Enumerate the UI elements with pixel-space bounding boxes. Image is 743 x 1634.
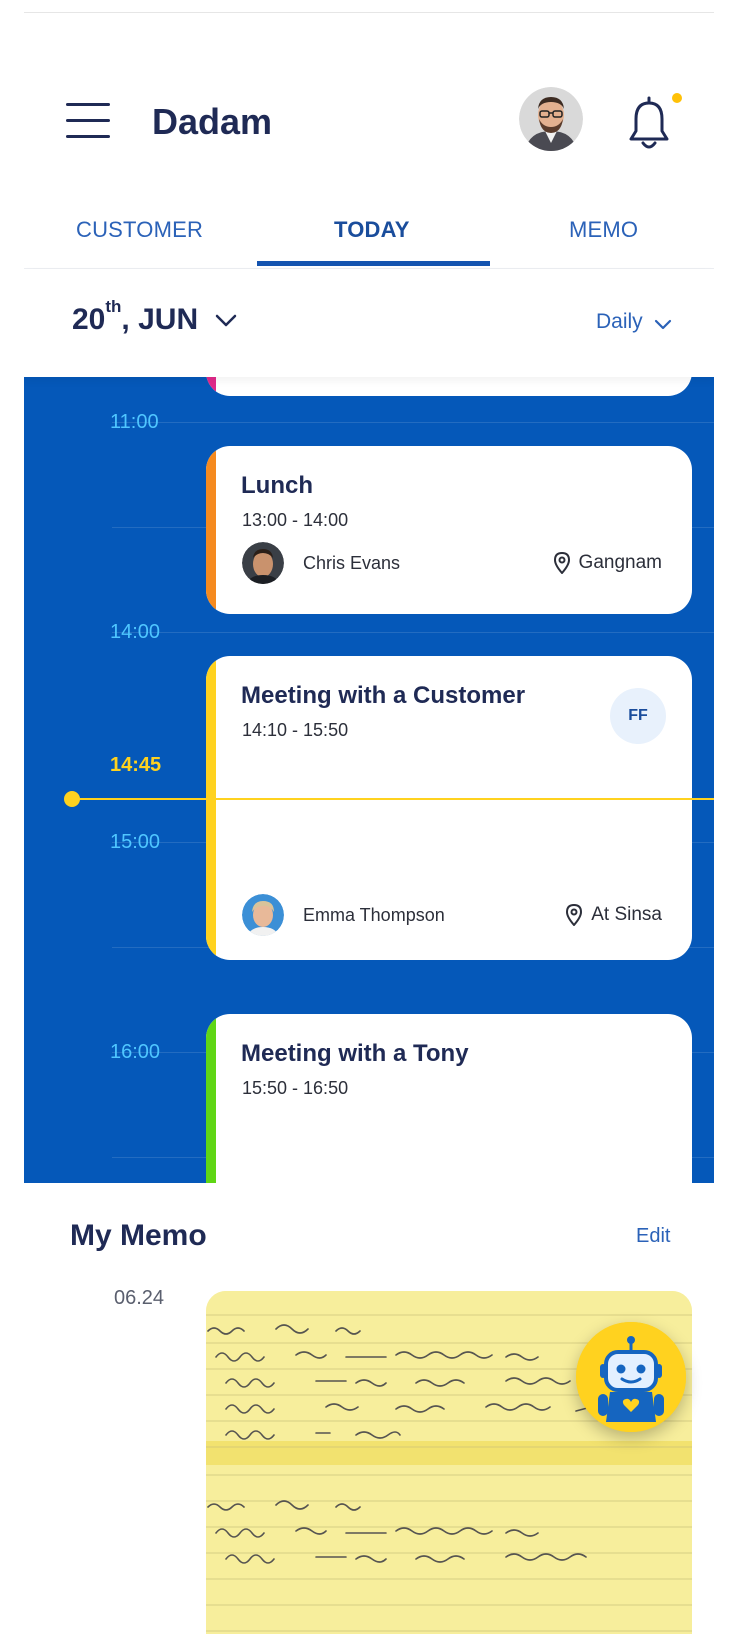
event-location: Gangnam	[553, 551, 662, 575]
avatar	[242, 542, 284, 584]
event-color-bar	[206, 656, 216, 960]
event-location: At Sinsa	[565, 903, 662, 927]
event-card-lunch[interactable]: Lunch 13:00 - 14:00 Chris Evans Gangnam	[206, 446, 692, 614]
app-title: Dadam	[152, 101, 273, 142]
time-label: 16:00	[110, 1041, 161, 1063]
location-pin-icon	[553, 551, 571, 575]
event-location-text: At Sinsa	[591, 904, 662, 925]
event-color-bar	[206, 1014, 216, 1183]
memo-title: My Memo	[70, 1219, 207, 1252]
schedule-timeline[interactable]: 11:00 14:00 14:45 15:00 16:00 Lunch 13:0…	[24, 376, 714, 1183]
app-header: Dadam	[24, 13, 714, 203]
notification-dot	[672, 93, 682, 103]
date-day: 20	[72, 303, 106, 336]
chevron-down-icon[interactable]	[654, 318, 672, 330]
time-label: 11:00	[110, 411, 159, 433]
date-month: , JUN	[121, 303, 199, 336]
location-pin-icon	[565, 903, 583, 927]
bell-icon[interactable]	[624, 95, 674, 153]
date-day-suffix: th	[105, 297, 122, 316]
current-time-dot	[64, 791, 80, 807]
event-title: Meeting with a Customer	[241, 682, 526, 709]
event-time: 13:00 - 14:00	[242, 510, 349, 530]
active-tab-indicator	[257, 261, 490, 266]
menu-icon[interactable]	[66, 101, 110, 139]
event-color-bar	[206, 376, 216, 396]
tab-bar: CUSTOMER TODAY MEMO	[24, 203, 714, 269]
hour-gridline	[112, 632, 714, 633]
memo-date: 06.24	[114, 1287, 165, 1309]
event-time: 14:10 - 15:50	[242, 720, 349, 740]
time-label: 15:00	[110, 831, 161, 853]
current-time-label: 14:45	[110, 754, 162, 776]
event-card-tony-meeting[interactable]: Meeting with a Tony 15:50 - 16:50	[206, 1014, 692, 1183]
date-bar: 20th, JUN Daily	[24, 269, 714, 377]
event-person: Emma Thompson	[303, 905, 445, 925]
current-time-line	[72, 798, 714, 800]
view-mode-select[interactable]: Daily	[596, 310, 643, 334]
event-title: Lunch	[241, 472, 313, 499]
memo-edit-button[interactable]: Edit	[636, 1225, 670, 1248]
previous-event-card[interactable]	[206, 376, 692, 396]
chevron-down-icon[interactable]	[214, 313, 238, 329]
user-avatar[interactable]	[519, 87, 583, 151]
event-person: Chris Evans	[303, 553, 401, 573]
tab-today[interactable]: TODAY	[334, 217, 410, 243]
hour-gridline	[112, 422, 714, 423]
time-label: 14:00	[110, 621, 161, 643]
event-time: 15:50 - 16:50	[242, 1078, 349, 1098]
event-card-customer-meeting[interactable]: Meeting with a Customer 14:10 - 15:50 FF…	[206, 656, 692, 960]
tab-memo[interactable]: MEMO	[569, 217, 638, 243]
tab-customer[interactable]: CUSTOMER	[76, 217, 203, 243]
event-title: Meeting with a Tony	[241, 1040, 469, 1067]
date-selector[interactable]: 20th, JUN	[72, 297, 199, 337]
robot-assistant-icon[interactable]	[576, 1322, 686, 1432]
event-color-bar	[206, 446, 216, 614]
attendee-badge[interactable]: FF	[610, 688, 666, 744]
event-location-text: Gangnam	[578, 552, 662, 573]
avatar	[242, 894, 284, 936]
